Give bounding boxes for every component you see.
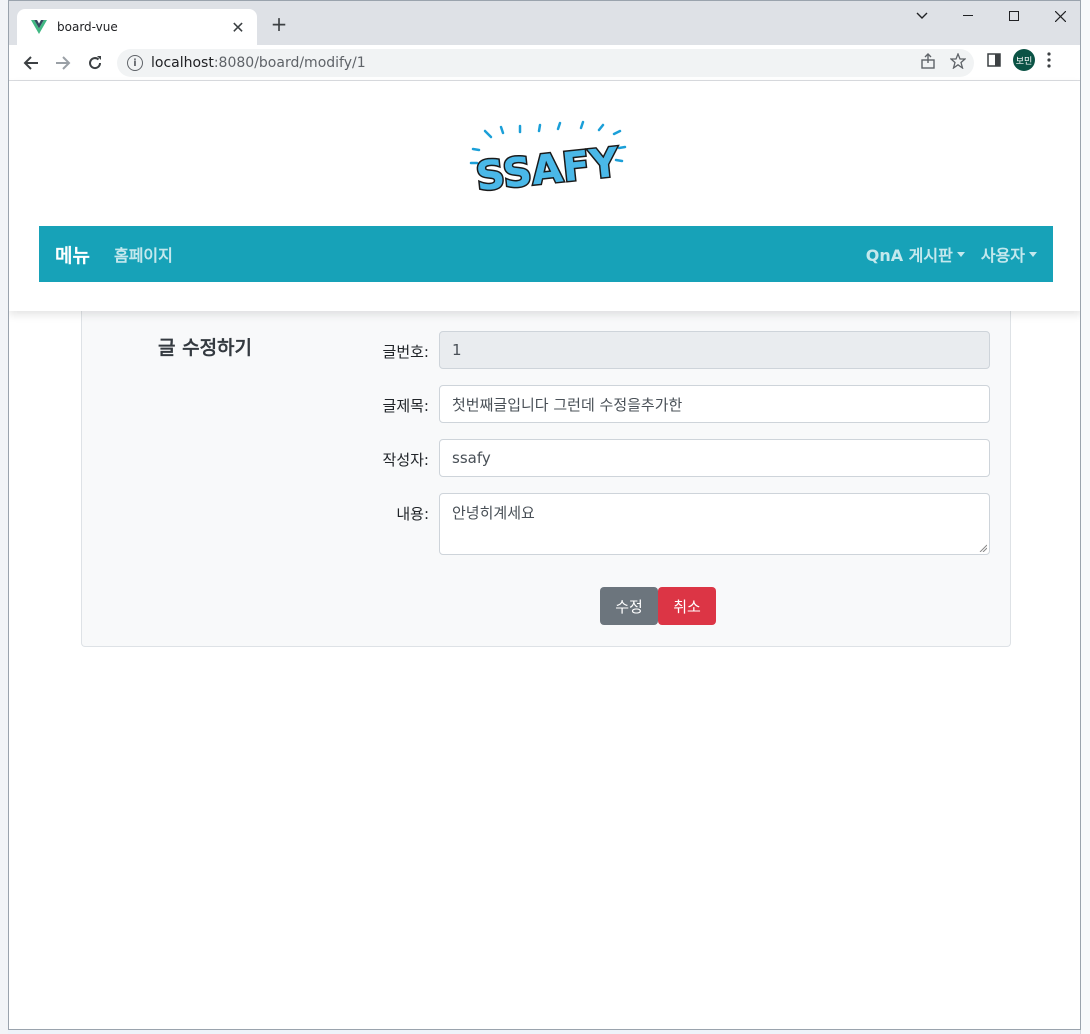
resize-handle-icon[interactable] <box>979 544 987 552</box>
cancel-button[interactable]: 취소 <box>658 587 716 625</box>
address-bar[interactable]: i localhost:8080/board/modify/1 <box>117 49 974 77</box>
modify-button[interactable]: 수정 <box>600 587 658 625</box>
url-host: localhost <box>151 55 214 71</box>
browser-window: board-vue ✕ + i localhost:8080/board/mo <box>8 0 1081 1030</box>
caret-down-icon <box>956 251 965 257</box>
forward-button[interactable] <box>49 49 77 77</box>
site-header: SSAFY 메뉴 홈페이지 QnA 게시판 사용자 <box>9 81 1080 311</box>
modify-form-card: 글 수정하기 글번호: 1 글제목: 첫번째글입니다 그런데 수정을추가한 작성… <box>81 311 1011 647</box>
form-title: 글 수정하기 <box>158 337 253 359</box>
site-info-icon[interactable]: i <box>127 55 143 71</box>
close-window-button[interactable] <box>1037 1 1080 31</box>
browser-toolbar: i localhost:8080/board/modify/1 보민 <box>9 45 1080 81</box>
tab-title: board-vue <box>57 20 118 34</box>
nav-link-home[interactable]: 홈페이지 <box>114 242 173 266</box>
tab-search-icon[interactable] <box>899 1 945 31</box>
qna-dropdown-label: QnA 게시판 <box>865 246 953 265</box>
url-path: :8080/board/modify/1 <box>213 55 366 71</box>
writer-label: 작성자: <box>382 451 429 469</box>
reload-icon <box>89 55 102 69</box>
background-window-left <box>0 0 8 1034</box>
user-dropdown[interactable]: 사용자 <box>981 242 1037 266</box>
reload-button[interactable] <box>81 49 109 77</box>
ssafy-logo[interactable]: SSAFY <box>465 117 630 205</box>
tab-close-icon[interactable]: ✕ <box>229 18 247 37</box>
navbar-brand[interactable]: 메뉴 <box>55 241 90 268</box>
new-tab-button[interactable]: + <box>267 13 291 37</box>
browser-tab[interactable]: board-vue ✕ <box>17 9 257 45</box>
caret-down-icon <box>1029 251 1037 257</box>
minimize-button[interactable] <box>945 1 991 31</box>
subject-label: 글제목: <box>382 397 429 415</box>
background-window-right <box>1080 0 1090 1034</box>
maximize-button[interactable] <box>991 1 1037 31</box>
navbar: 메뉴 홈페이지 QnA 게시판 사용자 <box>39 226 1053 282</box>
navbar-right: QnA 게시판 사용자 <box>866 242 1037 266</box>
back-button[interactable] <box>17 49 45 77</box>
forward-arrow-icon <box>56 55 71 70</box>
writer-input[interactable]: ssafy <box>439 439 990 477</box>
user-dropdown-label: 사용자 <box>980 246 1025 265</box>
page-content: SSAFY 메뉴 홈페이지 QnA 게시판 사용자 글 수정하기 글번호: 1 <box>9 81 1080 1029</box>
profile-avatar[interactable]: 보민 <box>1013 49 1035 71</box>
content-label: 내용: <box>396 505 429 523</box>
back-arrow-icon <box>23 55 38 70</box>
content-textarea[interactable]: 안녕히계세요 <box>439 493 990 555</box>
qna-dropdown[interactable]: QnA 게시판 <box>866 242 965 266</box>
vue-logo-icon <box>31 20 47 34</box>
more-menu-icon[interactable] <box>1047 52 1051 68</box>
share-icon[interactable] <box>920 53 936 69</box>
article-no-field: 1 <box>439 331 990 369</box>
subject-input[interactable]: 첫번째글입니다 그런데 수정을추가한 <box>439 385 990 423</box>
article-no-label: 글번호: <box>382 343 429 361</box>
content-text: 안녕히계세요 <box>452 504 535 522</box>
bookmark-star-icon[interactable] <box>950 53 966 69</box>
side-panel-icon[interactable] <box>987 53 1001 67</box>
logo-text: SSAFY <box>474 140 622 201</box>
tab-strip: board-vue ✕ + <box>9 1 1080 45</box>
